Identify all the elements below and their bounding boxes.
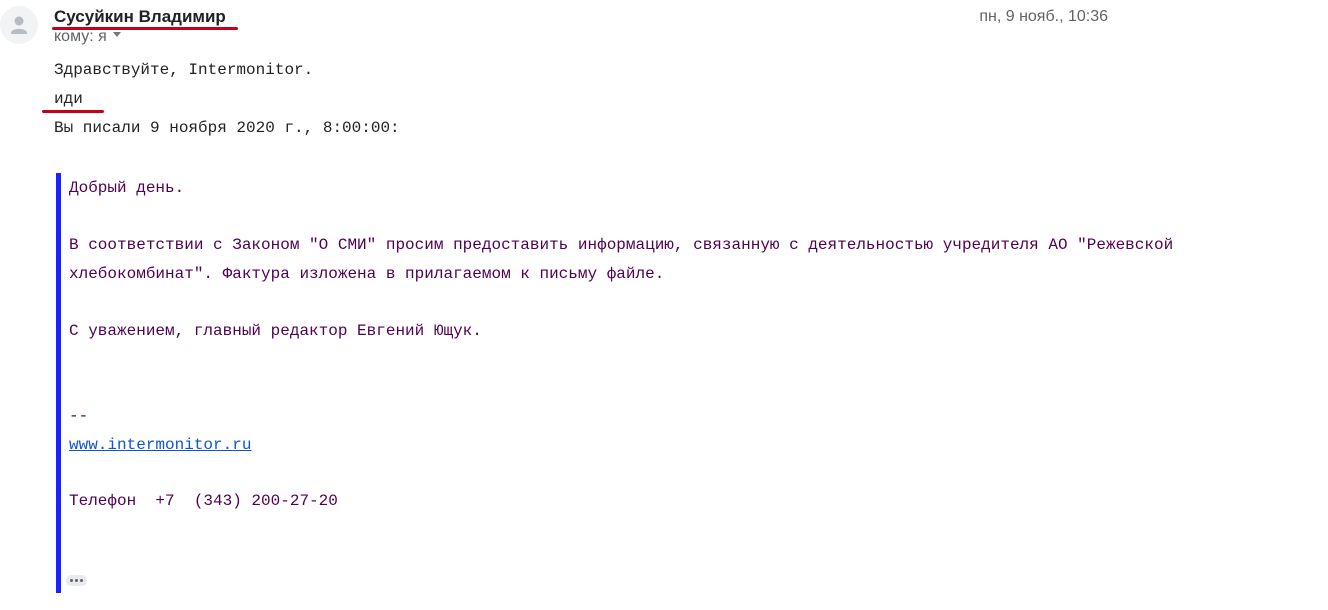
reply-text: иди xyxy=(54,90,83,108)
quote-line-greeting: Добрый день. xyxy=(69,179,185,197)
sender-name[interactable]: Сусуйкин Владимир xyxy=(54,7,226,27)
greeting-text: Здравствуйте, Intermonitor. xyxy=(54,61,314,79)
ellipsis-dot xyxy=(75,579,78,582)
website-link[interactable]: www.intermonitor.ru xyxy=(69,436,251,454)
recipient-label: кому: я xyxy=(54,28,107,45)
ellipsis-icon[interactable] xyxy=(66,575,87,586)
reply-underline-annotation xyxy=(42,110,104,113)
quote-header-text: Вы писали 9 ноября 2020 г., 8:00:00: xyxy=(54,119,400,137)
phone-text: Телефон +7 (343) 200-27-20 xyxy=(69,492,338,510)
caret-down-icon[interactable] xyxy=(112,32,121,38)
ellipsis-dot xyxy=(80,579,83,582)
quote-line-request-cont: хлебокомбинат". Фактура изложена в прила… xyxy=(69,265,665,283)
quote-line-request: В соответствии с Законом "О СМИ" просим … xyxy=(69,236,1174,254)
person-icon xyxy=(11,16,27,34)
avatar[interactable] xyxy=(0,6,38,44)
recipient-details-toggle[interactable]: кому: я xyxy=(54,28,121,46)
ellipsis-dot xyxy=(70,579,73,582)
quoted-message: Добрый день. В соответствии с Законом "О… xyxy=(56,173,1321,593)
signature-separator: -- xyxy=(69,407,89,425)
message-date: пн, 9 нояб., 10:36 xyxy=(979,8,1108,25)
quote-line-signoff: С уважением, главный редактор Евгений Ющ… xyxy=(69,322,482,340)
